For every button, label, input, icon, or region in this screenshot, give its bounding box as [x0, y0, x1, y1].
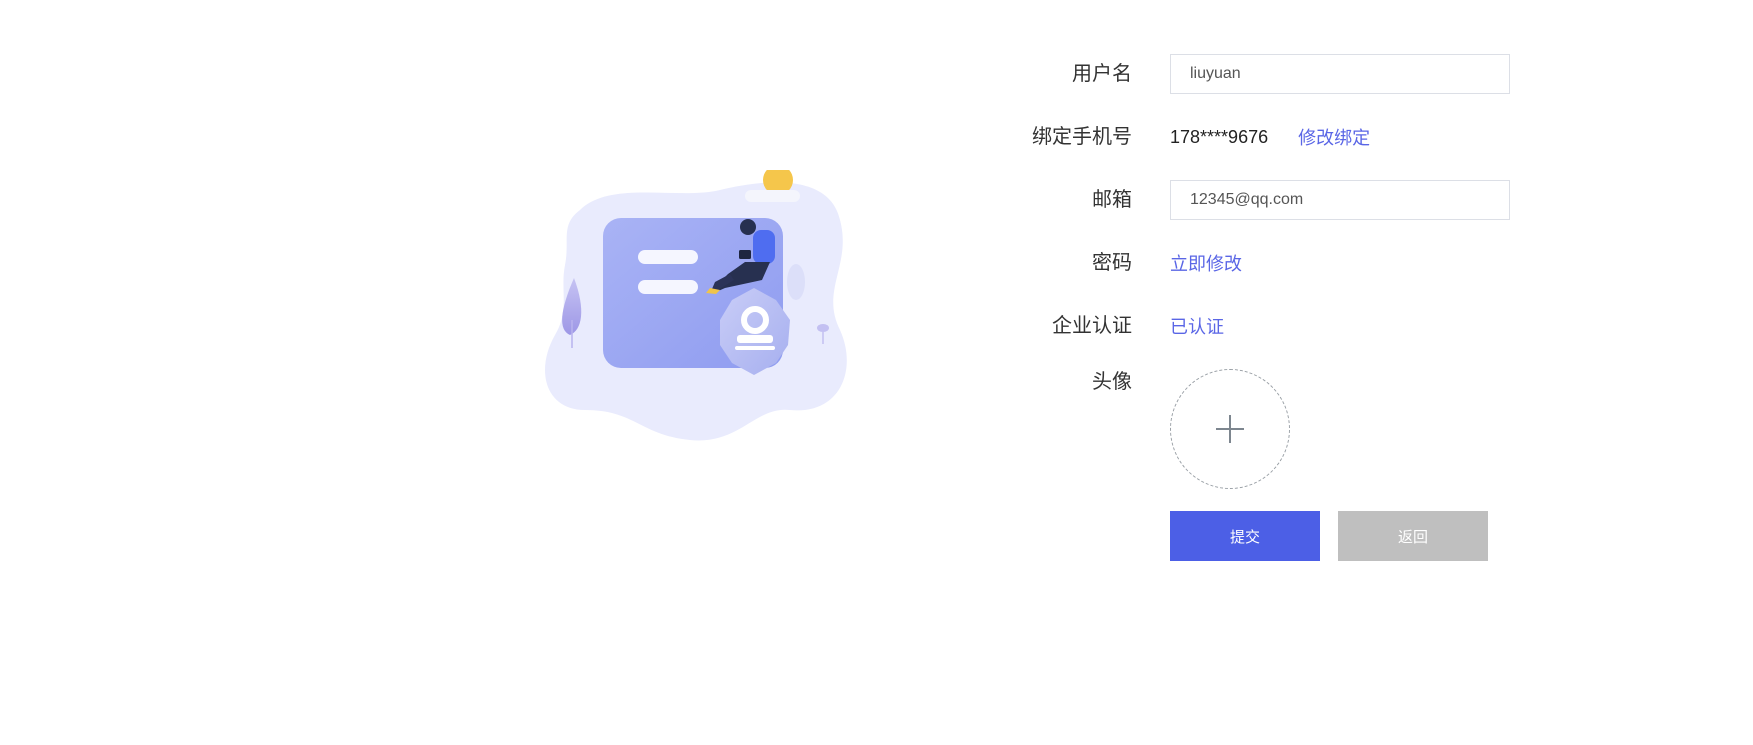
- card-line-top: [638, 250, 698, 264]
- email-label: 邮箱: [1092, 189, 1132, 211]
- profile-page: 用户名 绑定手机号 178****9676 修改绑定 邮箱 密码 立即修改 企业…: [0, 0, 1753, 745]
- username-input[interactable]: [1170, 54, 1510, 94]
- change-password-link[interactable]: 立即修改: [1170, 250, 1242, 276]
- submit-button[interactable]: 提交: [1170, 511, 1320, 561]
- identity-illustration: [545, 170, 847, 441]
- card-line-bottom: [638, 280, 698, 294]
- username-label: 用户名: [1072, 63, 1132, 85]
- enterprise-row: 企业认证 已认证: [1000, 306, 1600, 346]
- avatar-row: 头像: [1000, 369, 1600, 489]
- enterprise-label: 企业认证: [1052, 315, 1132, 337]
- username-row: 用户名: [1000, 54, 1600, 94]
- enterprise-status-link[interactable]: 已认证: [1170, 313, 1224, 339]
- profile-form: 用户名 绑定手机号 178****9676 修改绑定 邮箱 密码 立即修改 企业…: [1000, 54, 1600, 561]
- cloud-shape: [745, 190, 800, 202]
- back-button[interactable]: 返回: [1338, 511, 1488, 561]
- form-actions: 提交 返回: [1170, 511, 1600, 561]
- phone-row: 绑定手机号 178****9676 修改绑定: [1000, 117, 1600, 157]
- change-phone-link[interactable]: 修改绑定: [1298, 124, 1370, 150]
- password-row: 密码 立即修改: [1000, 243, 1600, 283]
- phone-label: 绑定手机号: [1032, 126, 1132, 148]
- password-label: 密码: [1092, 252, 1132, 274]
- avatar-label: 头像: [1092, 371, 1132, 393]
- email-input[interactable]: [1170, 180, 1510, 220]
- phone-value: 178****9676: [1170, 126, 1269, 147]
- email-row: 邮箱: [1000, 180, 1600, 220]
- plus-icon: [1216, 415, 1244, 443]
- avatar-uploader[interactable]: [1170, 369, 1290, 489]
